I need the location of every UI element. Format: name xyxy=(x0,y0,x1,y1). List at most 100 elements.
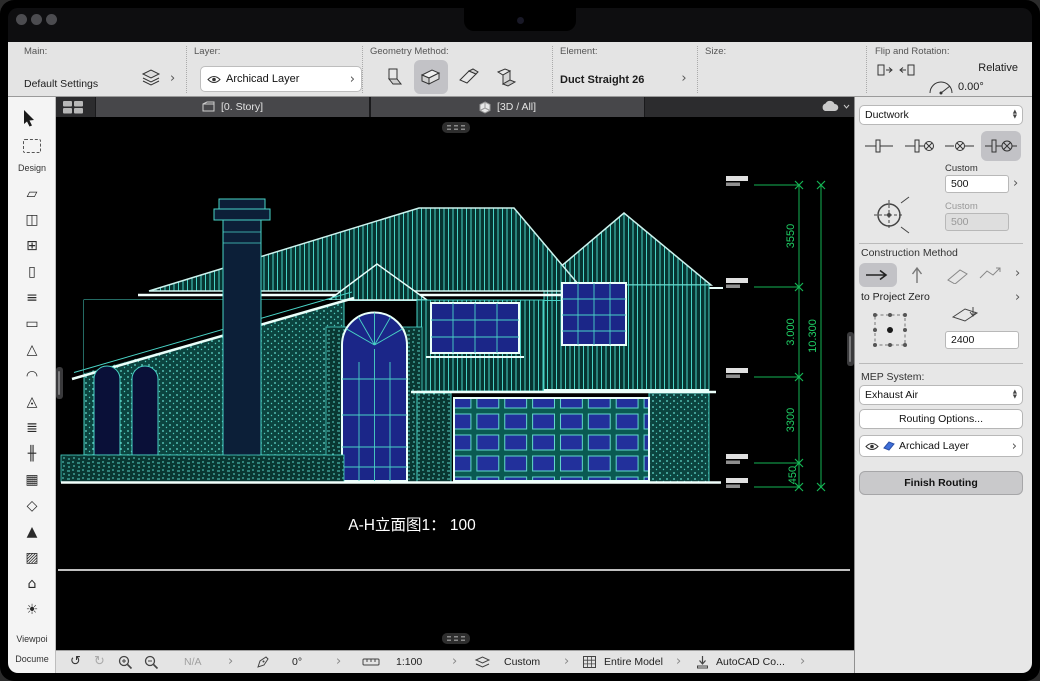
construction-method-free-button[interactable] xyxy=(975,263,1005,287)
zoom-window-button[interactable] xyxy=(46,14,57,25)
dim-450: 450 xyxy=(787,466,799,484)
undo-button[interactable]: ↺ xyxy=(70,654,81,669)
drawing-canvas[interactable]: 3550 3.000 3300 450 10.300 A-H立面图1： 100 xyxy=(56,117,854,650)
import-export-icon xyxy=(696,655,709,669)
geometry-method-spatial-button[interactable] xyxy=(490,60,524,94)
pane-splitter-top[interactable] xyxy=(442,122,470,133)
geometry-method-constant-button[interactable] xyxy=(414,60,448,94)
structure-display-button[interactable] xyxy=(582,655,597,669)
curtain-wall-tool-icon[interactable]: ▦ xyxy=(8,467,56,493)
object-tool-icon[interactable]: ⌂ xyxy=(8,571,56,597)
railing-tool-icon[interactable]: ╫ xyxy=(8,441,56,467)
routing-options-button[interactable]: Routing Options... xyxy=(859,409,1023,429)
tab-story[interactable]: [0. Story] xyxy=(95,97,370,117)
arrow-select-tool[interactable] xyxy=(21,109,37,127)
construction-method-header: Construction Method xyxy=(861,247,958,259)
construction-method-horizontal-button[interactable] xyxy=(859,263,897,287)
main-chevron[interactable]: › xyxy=(170,72,175,85)
scale-button[interactable] xyxy=(362,655,380,668)
layer-combo[interactable]: Archicad Layer › xyxy=(200,66,362,92)
morph-tool-icon[interactable]: ◇ xyxy=(8,493,56,519)
elevation-reference-icon xyxy=(951,305,981,323)
wall-tool-icon[interactable]: ▱ xyxy=(8,181,56,207)
window-tool-icon[interactable]: ⊞ xyxy=(8,233,56,259)
design-tools: ▱◫⊞▯≡▭△◠◬≣╫▦◇▲▨⌂☀ xyxy=(8,181,56,623)
structure-display-value[interactable]: Entire Model xyxy=(604,656,663,668)
reference-level-value[interactable]: to Project Zero xyxy=(861,291,930,303)
structure-display-chevron[interactable]: › xyxy=(676,654,681,669)
dim-3000: 3.000 xyxy=(785,318,797,346)
zone-tool-icon[interactable]: ▨ xyxy=(8,545,56,571)
orientation-value[interactable]: 0° xyxy=(292,656,302,668)
zoom-in-button[interactable] xyxy=(118,655,133,670)
translator-button[interactable] xyxy=(696,655,709,669)
eye-icon xyxy=(207,75,221,84)
roof-tool-icon[interactable]: △ xyxy=(8,337,56,363)
width-chevron[interactable]: › xyxy=(1013,177,1018,190)
mep-system-select[interactable]: Exhaust Air ▲▼ xyxy=(859,385,1023,405)
tab-3d-all[interactable]: [3D / All] xyxy=(370,97,645,117)
mep-system-label: MEP System: xyxy=(861,371,924,383)
tab-overview-button[interactable] xyxy=(62,100,86,114)
pane-splitter-bottom[interactable] xyxy=(442,633,470,644)
scale-chevron[interactable]: › xyxy=(452,654,457,669)
layer-combination-value[interactable]: Custom xyxy=(504,656,540,668)
construction-method-sloped-button[interactable] xyxy=(943,263,973,287)
system-type-select[interactable]: Ductwork ▲▼ xyxy=(859,105,1023,125)
door-tool-icon[interactable]: ◫ xyxy=(8,207,56,233)
elevation-input[interactable]: 2400 xyxy=(945,331,1019,349)
status-na-chevron[interactable]: › xyxy=(228,654,233,669)
element-value: Duct Straight 26 xyxy=(560,74,644,86)
scale-value[interactable]: 1:100 xyxy=(396,656,422,668)
reference-level-chevron[interactable]: › xyxy=(1015,291,1020,304)
flip-horizontal-button[interactable] xyxy=(875,60,895,80)
shell-tool-icon[interactable]: ◠ xyxy=(8,363,56,389)
rotation-angle-value[interactable]: 0.00° xyxy=(958,81,984,93)
element-chevron-button[interactable]: › xyxy=(674,64,694,92)
width-label: Custom xyxy=(945,163,978,174)
drawing-title: A-H立面图1： 100 xyxy=(348,516,476,534)
construction-method-chevron[interactable]: › xyxy=(1015,267,1020,280)
construction-method-vertical-button[interactable] xyxy=(903,263,931,287)
geometry-method-inclined-button[interactable] xyxy=(452,60,486,94)
translator-value[interactable]: AutoCAD Co... xyxy=(716,656,785,668)
skylight-tool-icon[interactable]: ◬ xyxy=(8,389,56,415)
translator-chevron[interactable]: › xyxy=(800,654,805,669)
anchor-point-selector[interactable] xyxy=(869,309,911,351)
layer-section-label: Layer: xyxy=(194,46,220,57)
right-edge-scroll-handle[interactable] xyxy=(847,332,854,366)
viewpoint-section-header[interactable]: Viewpoi xyxy=(8,634,56,644)
document-section-header[interactable]: Docume xyxy=(8,654,56,664)
zoom-fit-button[interactable] xyxy=(144,655,159,670)
default-settings-value[interactable]: Default Settings xyxy=(24,78,98,90)
layer-combination-button[interactable] xyxy=(474,655,491,669)
redo-button[interactable]: ↻ xyxy=(94,654,105,669)
layer-combination-chevron[interactable]: › xyxy=(564,654,569,669)
finish-routing-button[interactable]: Finish Routing xyxy=(859,471,1023,495)
beam-tool-icon[interactable]: ≡ xyxy=(8,285,56,311)
segment-type-button-4[interactable] xyxy=(981,131,1021,161)
geometry-method-vertical-button[interactable] xyxy=(376,60,410,94)
panel-layer-combo[interactable]: Archicad Layer › xyxy=(859,435,1023,457)
mesh-tool-icon[interactable]: ▲ xyxy=(8,519,56,545)
segment-type-button-2[interactable] xyxy=(901,131,939,161)
teamwork-cloud-button[interactable] xyxy=(820,99,850,113)
minimize-window-button[interactable] xyxy=(31,14,42,25)
favorites-button[interactable] xyxy=(136,62,166,92)
orientation-chevron[interactable]: › xyxy=(336,654,341,669)
height-input[interactable]: 500 xyxy=(945,213,1009,231)
lamp-tool-icon[interactable]: ☀ xyxy=(8,597,56,623)
pen-set-button[interactable] xyxy=(256,655,270,669)
close-window-button[interactable] xyxy=(16,14,27,25)
left-edge-scroll-handle[interactable] xyxy=(56,367,63,399)
segment-type-button-1[interactable] xyxy=(861,131,899,161)
segment-type-button-3[interactable] xyxy=(941,131,979,161)
marquee-tool[interactable] xyxy=(23,139,41,153)
column-tool-icon[interactable]: ▯ xyxy=(8,259,56,285)
width-input[interactable]: 500 xyxy=(945,175,1009,193)
slab-tool-icon[interactable]: ▭ xyxy=(8,311,56,337)
rotation-angle-icon xyxy=(928,80,954,96)
design-section-header[interactable]: Design xyxy=(8,163,56,173)
stair-tool-icon[interactable]: ≣ xyxy=(8,415,56,441)
flip-vertical-button[interactable] xyxy=(897,60,917,80)
